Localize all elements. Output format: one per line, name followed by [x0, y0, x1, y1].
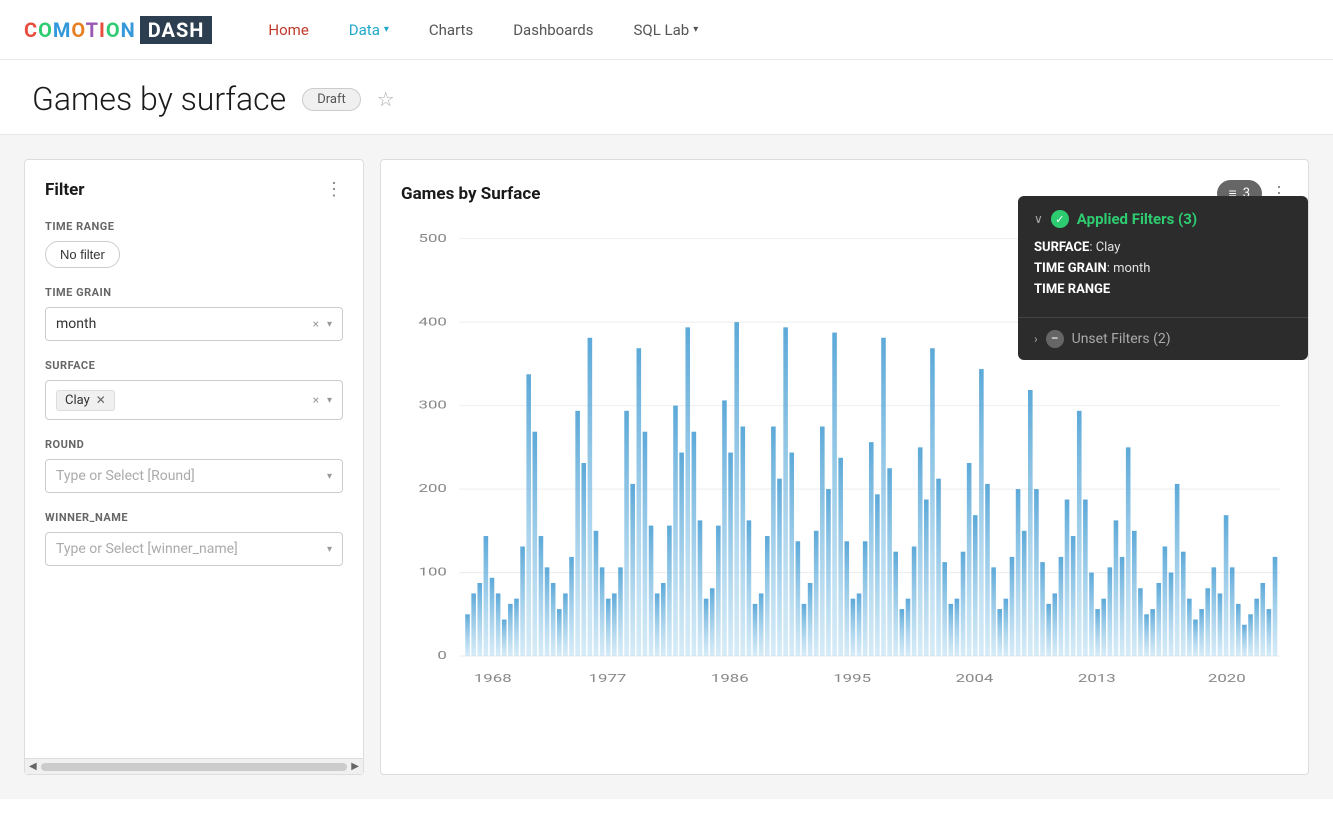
tooltip-filter-time-range: TIME RANGE — [1034, 282, 1292, 297]
filter-more-options-button[interactable]: ⋮ — [325, 181, 343, 199]
svg-text:200: 200 — [419, 482, 447, 496]
tooltip-applied-title: Applied Filters (3) — [1077, 210, 1197, 228]
round-dropdown-icon[interactable]: ▾ — [327, 471, 332, 482]
winner-name-select[interactable]: Type or Select [winner_name] ▾ — [45, 532, 343, 566]
surface-label: SURFACE — [45, 359, 343, 372]
navbar: COMOTION DASH Home Data ▾ Charts Dashboa… — [0, 0, 1333, 60]
svg-text:2020: 2020 — [1208, 672, 1246, 686]
surface-clear-icon[interactable]: × — [313, 393, 319, 407]
applied-check-icon: ✓ — [1051, 210, 1069, 228]
time-grain-clear-icon[interactable]: × — [313, 317, 319, 331]
svg-text:2013: 2013 — [1078, 672, 1116, 686]
round-placeholder: Type or Select [Round] — [56, 468, 195, 484]
chart-panel: Games by Surface ≡ 3 ⋮ ∨ ✓ Applied Filte… — [380, 159, 1309, 775]
logo: COMOTION DASH — [24, 16, 212, 44]
filter-section-winner-name: WINNER_NAME Type or Select [winner_name]… — [45, 511, 343, 566]
no-filter-button[interactable]: No filter — [45, 241, 120, 268]
svg-text:1995: 1995 — [833, 672, 871, 686]
svg-text:1977: 1977 — [589, 672, 627, 686]
filter-tooltip: ∨ ✓ Applied Filters (3) SURFACE: Clay TI… — [1018, 196, 1308, 360]
filter-section-time-range: TIME RANGE No filter — [45, 220, 343, 268]
surface-dropdown-icon[interactable]: ▾ — [327, 395, 332, 406]
page-title: Games by surface — [32, 80, 286, 118]
surface-tag-clay: Clay ✕ — [56, 390, 115, 411]
winner-name-placeholder: Type or Select [winner_name] — [56, 541, 238, 557]
svg-text:400: 400 — [419, 315, 447, 329]
time-grain-label: TIME GRAIN — [45, 286, 343, 299]
tooltip-collapse-icon[interactable]: ∨ — [1034, 212, 1043, 226]
tooltip-applied-section: ∨ ✓ Applied Filters (3) SURFACE: Clay TI… — [1018, 196, 1308, 317]
time-grain-dropdown-icon[interactable]: ▾ — [327, 319, 332, 330]
nav-link-sqllab[interactable]: SQL Lab ▾ — [618, 13, 715, 47]
svg-text:1968: 1968 — [474, 672, 512, 686]
filter-section-round: ROUND Type or Select [Round] ▾ — [45, 438, 343, 493]
nav-links: Home Data ▾ Charts Dashboards SQL Lab ▾ — [252, 13, 714, 47]
time-grain-value: month — [56, 316, 96, 332]
filter-header: Filter ⋮ — [45, 180, 343, 200]
main-content: Filter ⋮ TIME RANGE No filter TIME GRAIN… — [0, 135, 1333, 799]
tooltip-applied-header: ∨ ✓ Applied Filters (3) — [1034, 210, 1292, 228]
svg-text:0: 0 — [437, 649, 446, 663]
filter-scrollbar[interactable]: ◀ ▶ — [25, 758, 363, 774]
scroll-right-arrow[interactable]: ▶ — [351, 761, 359, 772]
nav-link-charts[interactable]: Charts — [413, 13, 489, 47]
unset-minus-icon: − — [1046, 330, 1064, 348]
time-grain-select[interactable]: month × ▾ — [45, 307, 343, 341]
tooltip-filter-time-grain: TIME GRAIN: month — [1034, 261, 1292, 276]
svg-text:1986: 1986 — [711, 672, 749, 686]
filter-section-time-grain: TIME GRAIN month × ▾ — [45, 286, 343, 341]
chart-title: Games by Surface — [401, 184, 540, 204]
draft-badge[interactable]: Draft — [302, 88, 361, 111]
filter-panel-title: Filter — [45, 180, 85, 200]
nav-link-data[interactable]: Data ▾ — [333, 13, 405, 47]
time-range-label: TIME RANGE — [45, 220, 343, 233]
scroll-left-arrow[interactable]: ◀ — [29, 761, 37, 772]
star-icon[interactable]: ☆ — [377, 87, 395, 111]
sqllab-dropdown-icon: ▾ — [693, 24, 698, 35]
svg-text:300: 300 — [419, 398, 447, 412]
winner-name-label: WINNER_NAME — [45, 511, 343, 524]
svg-text:100: 100 — [419, 565, 447, 579]
nav-link-home[interactable]: Home — [252, 13, 324, 47]
filter-section-surface: SURFACE Clay ✕ × ▾ — [45, 359, 343, 420]
surface-tag-clay-remove[interactable]: ✕ — [96, 393, 106, 407]
page-header: Games by surface Draft ☆ — [0, 60, 1333, 135]
winner-name-dropdown-icon[interactable]: ▾ — [327, 544, 332, 555]
tooltip-unset-title: Unset Filters (2) — [1072, 331, 1171, 347]
svg-text:500: 500 — [419, 231, 447, 245]
tooltip-filter-surface: SURFACE: Clay — [1034, 240, 1292, 255]
logo-comotion: COMOTION — [24, 18, 136, 42]
filter-panel: Filter ⋮ TIME RANGE No filter TIME GRAIN… — [24, 159, 364, 775]
tooltip-expand-unset-icon[interactable]: › — [1034, 332, 1038, 346]
surface-select[interactable]: Clay ✕ × ▾ — [45, 380, 343, 420]
logo-dash: DASH — [140, 16, 213, 44]
tooltip-unset-section: › − Unset Filters (2) — [1018, 318, 1308, 360]
round-select[interactable]: Type or Select [Round] ▾ — [45, 459, 343, 493]
data-dropdown-icon: ▾ — [384, 24, 389, 35]
svg-text:2004: 2004 — [956, 672, 994, 686]
round-label: ROUND — [45, 438, 343, 451]
scroll-thumb[interactable] — [41, 763, 348, 771]
nav-link-dashboards[interactable]: Dashboards — [497, 13, 609, 47]
